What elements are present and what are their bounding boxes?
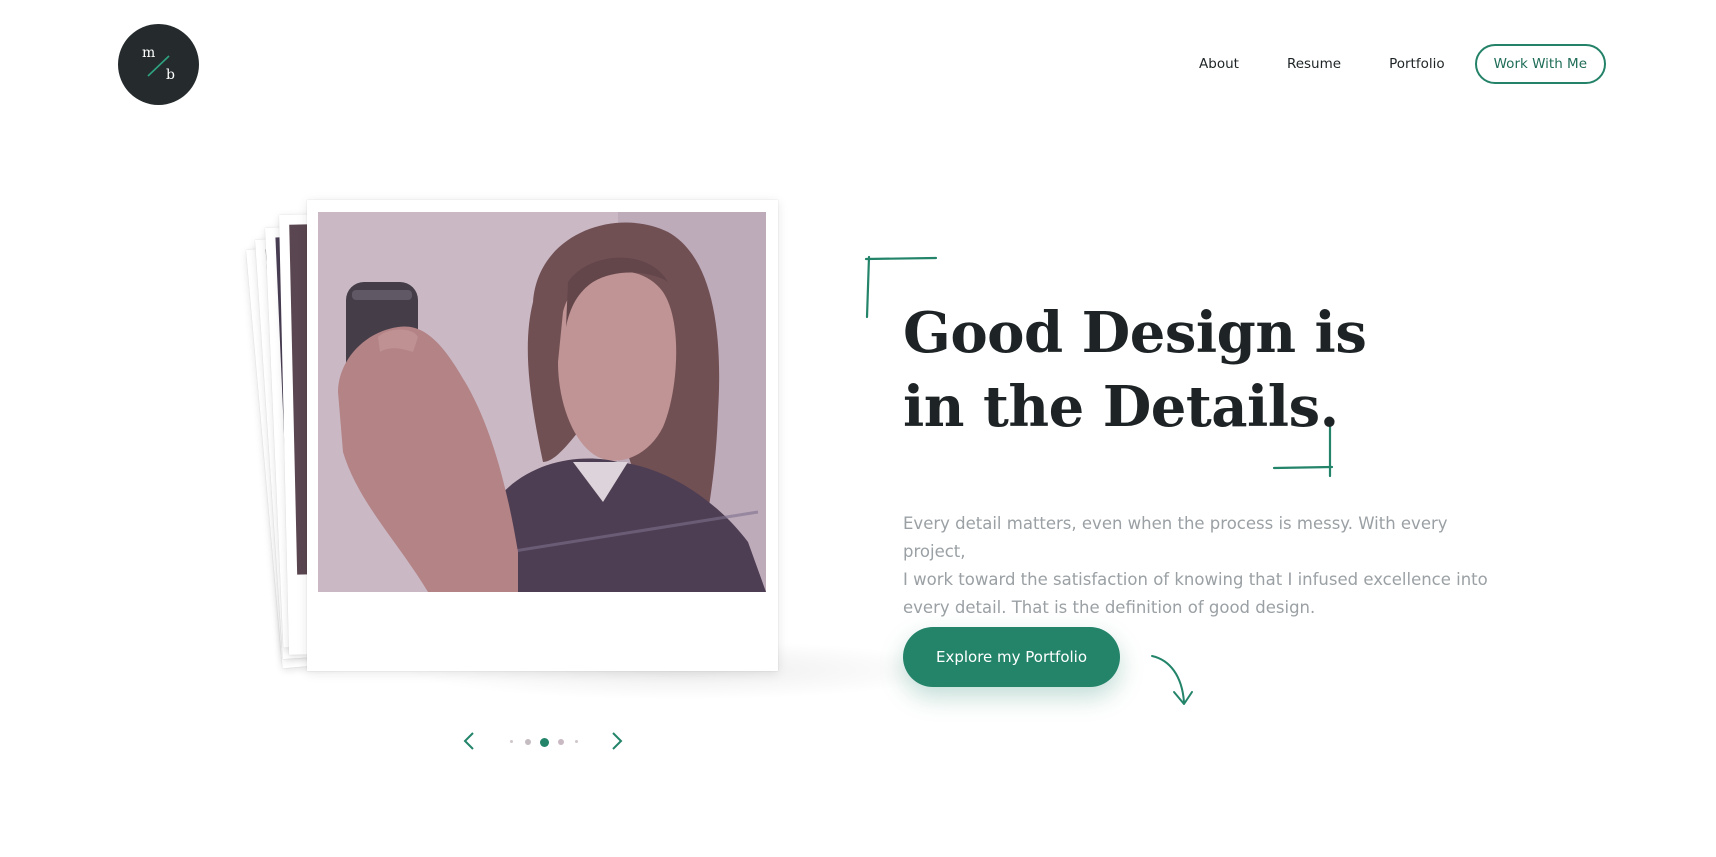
nav-link-resume[interactable]: Resume (1287, 54, 1341, 74)
main-nav: About Resume Portfolio Work With Me (1199, 44, 1606, 84)
hero-description-line-3: every detail. That is the definition of … (903, 598, 1316, 617)
hero-headline: Good Design is in the Details. (903, 296, 1423, 444)
active-photo-card[interactable] (307, 200, 778, 671)
hero-description: Every detail matters, even when the proc… (903, 510, 1493, 622)
portrait-photo (318, 212, 766, 592)
nav-link-about[interactable]: About (1199, 54, 1239, 74)
work-with-me-button[interactable]: Work With Me (1474, 44, 1606, 84)
chevron-right-icon[interactable] (610, 732, 624, 750)
chevron-left-icon[interactable] (462, 732, 476, 750)
curved-arrow-icon (1151, 655, 1193, 705)
photo-carousel-controls (462, 728, 626, 754)
page: m b About Resume Portfolio Work With Me (0, 0, 1716, 857)
hero-headline-line-1: Good Design is (903, 300, 1367, 366)
hero-headline-line-2: in the Details. (903, 374, 1339, 440)
carousel-dot-3-active[interactable] (540, 738, 549, 747)
carousel-dot-4[interactable] (558, 739, 564, 745)
carousel-dot-1[interactable] (510, 740, 513, 743)
carousel-dot-5[interactable] (575, 740, 578, 743)
hero-description-line-1: Every detail matters, even when the proc… (903, 514, 1448, 561)
explore-portfolio-button[interactable]: Explore my Portfolio (903, 627, 1120, 687)
nav-link-portfolio[interactable]: Portfolio (1389, 54, 1445, 74)
carousel-dot-2[interactable] (525, 739, 531, 745)
hero-description-line-2: I work toward the satisfaction of knowin… (903, 570, 1488, 589)
photo-stack (0, 0, 820, 760)
